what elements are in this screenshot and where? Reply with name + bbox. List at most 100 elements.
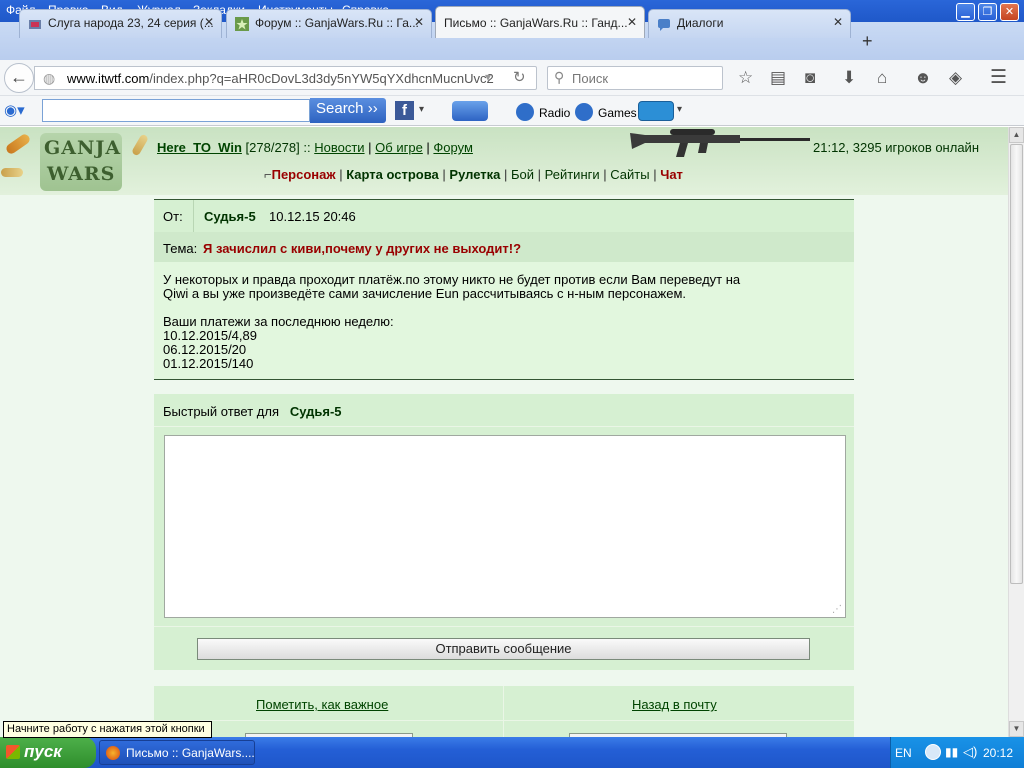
tab-close-icon[interactable]: ✕ (414, 15, 424, 29)
facebook-icon[interactable]: f (395, 101, 414, 120)
search-input[interactable]: ⚲ Поиск (547, 66, 723, 90)
body-line: У некоторых и правда проходит платёж.по … (163, 272, 741, 287)
pocket-icon[interactable]: ◙ (805, 68, 815, 88)
dropdown-arrow-icon[interactable]: ▾ (677, 104, 682, 115)
subject-label: Тема: (163, 241, 198, 256)
tab-close-icon[interactable]: ✕ (833, 15, 843, 29)
bookmark-star-icon[interactable]: ☆ (738, 68, 753, 88)
scroll-thumb[interactable] (1010, 144, 1023, 584)
reply-recipient: Судья-5 (289, 404, 342, 419)
tab-sluga-naroda[interactable]: Слуга народа 23, 24 серия (... ✕ (19, 9, 222, 38)
vertical-scrollbar[interactable]: ▲ ▼ (1008, 127, 1024, 737)
volume-icon[interactable]: ◁) (963, 744, 977, 760)
taskbar-window-button[interactable]: Письмо :: GanjaWars.... (99, 740, 255, 765)
clock: 20:12 (983, 746, 1014, 760)
nav-chat[interactable]: Чат (660, 167, 683, 182)
nav-roulette[interactable]: Рулетка (449, 167, 500, 182)
radio-icon[interactable] (516, 103, 534, 121)
tab-dialogs[interactable]: Диалоги ✕ (648, 9, 851, 38)
nav-island-map[interactable]: Карта острова (346, 167, 439, 182)
tab-close-icon[interactable]: ✕ (627, 15, 637, 29)
start-button[interactable]: пуск (0, 737, 96, 768)
bullet-icon (1, 168, 23, 177)
game-header (0, 127, 1008, 195)
smiley-icon[interactable]: ☻ (914, 68, 932, 88)
rifle-small-icon: ⌐ (264, 167, 272, 182)
nav-ratings[interactable]: Рейтинги (545, 167, 600, 182)
about-link[interactable]: Об игре (375, 140, 423, 155)
games-icon[interactable] (575, 103, 593, 121)
message-date: 10.12.15 20:46 (269, 209, 356, 224)
tab-title: Слуга народа 23, 24 серия (... (48, 16, 214, 30)
divider (193, 200, 194, 232)
hamburger-menu-icon[interactable]: ☰ (990, 66, 1007, 89)
network-icon[interactable]: ▮▮ (945, 745, 958, 759)
subject-text: Я зачислил с киви,почему у других не вых… (203, 241, 522, 256)
reload-icon[interactable]: ↻ (513, 68, 526, 86)
toolbar-app-icon[interactable] (452, 101, 488, 121)
from-label: От: (163, 209, 183, 224)
send-message-button[interactable]: Отправить сообщение (197, 638, 810, 660)
addon-icon[interactable]: ◈ (949, 68, 962, 88)
player-name-link[interactable]: Here_TO_Win (157, 140, 242, 155)
back-button[interactable]: ← (4, 63, 34, 93)
star-icon (235, 17, 249, 31)
forum-link[interactable]: Форум (433, 140, 473, 155)
player-hp: [278/278] (245, 140, 300, 155)
chat-icon (658, 19, 670, 31)
game-nav: ⌐Персонаж | Карта острова | Рулетка | Бо… (264, 167, 683, 182)
minimize-button[interactable]: ▁ (956, 3, 975, 21)
dropdown-arrow-icon[interactable]: ▾ (419, 104, 424, 115)
scroll-up-icon[interactable]: ▲ (1009, 127, 1024, 143)
reply-textarea[interactable] (164, 435, 846, 618)
home-icon[interactable]: ⌂ (877, 68, 887, 88)
from-name[interactable]: Судья-5 (204, 209, 256, 224)
firefox-icon (106, 746, 120, 760)
tab-title: Диалоги (677, 16, 724, 30)
back-to-mail-link[interactable]: Назад в почту (632, 697, 717, 712)
start-tooltip: Начните работу с нажатия этой кнопки (3, 721, 212, 738)
news-link[interactable]: Новости (314, 140, 364, 155)
search-placeholder: Поиск (572, 71, 609, 86)
globe-icon: ◍ (43, 70, 56, 86)
tab-title: Письмо :: GanjaWars.Ru :: Ганд... (444, 16, 628, 30)
video-icon (29, 20, 41, 29)
toolbar-search-input[interactable] (42, 99, 310, 122)
close-window-button[interactable]: ✕ (1000, 3, 1019, 21)
search-icon: ⚲ (554, 69, 565, 85)
url-bar[interactable]: ◍ www.itwtf.com/index.php?q=aHR0cDovL3d3… (34, 66, 537, 90)
nav-fight[interactable]: Бой (511, 167, 534, 182)
resize-grip-icon[interactable]: ⋰ (832, 604, 842, 615)
nav-sites[interactable]: Сайты (610, 167, 649, 182)
quick-reply-label: Быстрый ответ для Судья-5 (163, 404, 342, 419)
maximize-button[interactable]: ❐ (978, 3, 997, 21)
tab-letter[interactable]: Письмо :: GanjaWars.Ru :: Ганд... ✕ (435, 6, 645, 38)
sniper-rifle-icon (630, 129, 810, 157)
tray-arrow-icon[interactable] (925, 744, 941, 760)
twitter-youtube-icon[interactable] (638, 101, 674, 121)
scroll-down-icon[interactable]: ▼ (1009, 721, 1024, 737)
games-link[interactable]: Games (598, 106, 637, 120)
reading-list-icon[interactable]: ▤ (770, 68, 786, 88)
logo-text-bottom: WARS (47, 163, 116, 185)
mark-important-link[interactable]: Пометить, как важное (256, 697, 388, 712)
payments-title: Ваши платежи за последнюю неделю: (163, 314, 394, 329)
toolbar-search-button[interactable]: Search ›› (310, 98, 386, 123)
radio-link[interactable]: Radio (539, 106, 570, 120)
new-tab-icon[interactable]: + (862, 31, 873, 52)
search-toolbar-logo-icon[interactable]: ◉▾ (4, 101, 25, 119)
divider (154, 720, 854, 721)
divider (154, 426, 854, 427)
header-links: Here_TO_Win [278/278] :: Новости | Об иг… (157, 140, 473, 155)
body-line: Qiwi а вы уже произведёте сами зачислени… (163, 286, 687, 301)
tab-forum[interactable]: Форум :: GanjaWars.Ru :: Га... ✕ (226, 9, 432, 38)
system-tray: EN ▮▮ ◁) 20:12 (890, 737, 1024, 768)
divider (154, 626, 854, 627)
nav-character[interactable]: Персонаж (272, 167, 336, 182)
payment-item: 01.12.2015/140 (163, 356, 254, 371)
language-indicator[interactable]: EN (895, 746, 912, 760)
tab-close-icon[interactable]: ✕ (204, 15, 214, 29)
dropdown-arrow-icon[interactable]: ▾ (485, 70, 491, 84)
download-icon[interactable]: ⬇ (842, 68, 856, 88)
url-text: www.itwtf.com/index.php?q=aHR0cDovL3d3dy… (67, 71, 494, 86)
